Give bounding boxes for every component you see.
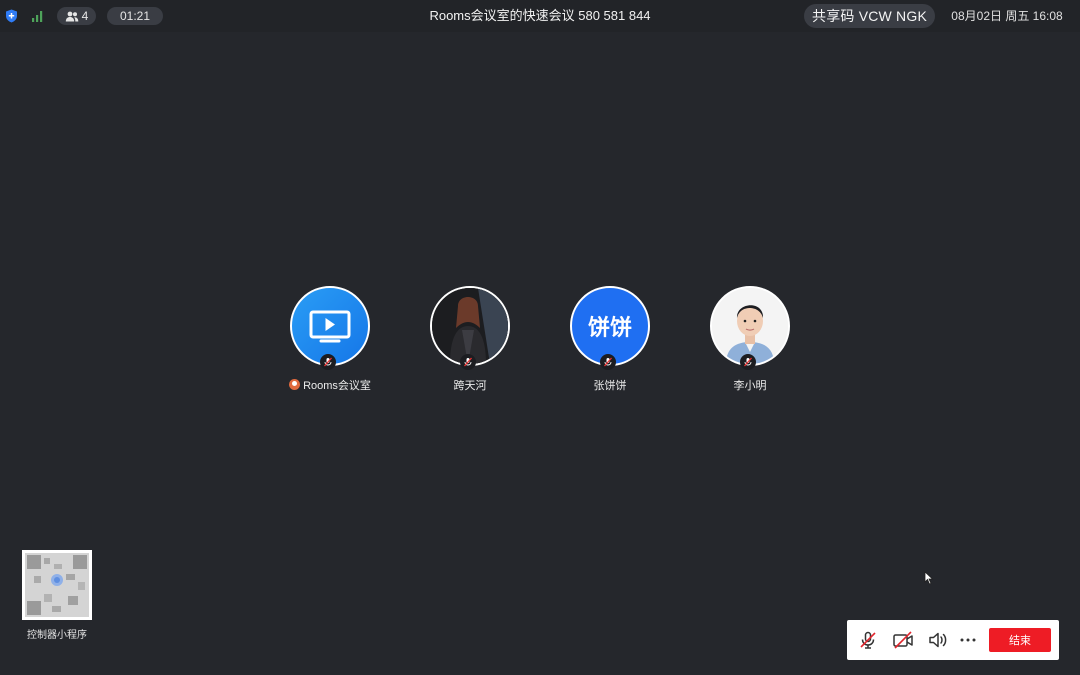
mic-muted-icon — [740, 354, 756, 370]
meeting-timer: 01:21 — [107, 7, 163, 25]
qr-label: 控制器小程序 — [27, 630, 87, 641]
participant-name: 李小明 — [733, 380, 767, 392]
participant-tile[interactable]: 饼饼 张饼饼 — [560, 286, 660, 396]
host-icon — [289, 379, 301, 390]
participant-tile[interactable]: 跨天河 — [420, 286, 520, 396]
participant-count: 4 — [81, 9, 89, 23]
mic-toggle-button[interactable] — [856, 628, 880, 652]
speaker-icon — [929, 632, 947, 648]
qr-code-image — [22, 550, 92, 620]
mic-muted-icon — [460, 354, 476, 370]
participant-name: 张饼饼 — [593, 380, 627, 392]
controller-qr-code[interactable] — [22, 550, 92, 620]
signal-strength-icon[interactable] — [31, 0, 47, 32]
camera-toggle-button[interactable] — [891, 628, 915, 652]
more-icon — [960, 638, 976, 642]
participant-gallery: Rooms会议室 跨天河 饼饼 张饼饼 李小明 — [280, 286, 800, 396]
meeting-control-bar: 结束 — [847, 620, 1059, 660]
camera-off-icon — [893, 631, 913, 649]
avatar-initials: 饼饼 — [587, 315, 632, 340]
participant-count-button[interactable]: 4 — [57, 7, 96, 25]
end-meeting-button[interactable]: 结束 — [989, 628, 1051, 652]
mic-muted-icon — [320, 354, 336, 370]
meeting-title[interactable]: Rooms会议室的快速会议 580 581 844 — [340, 0, 740, 32]
security-shield-icon[interactable] — [5, 0, 19, 32]
participant-name: 跨天河 — [453, 380, 487, 392]
mic-muted-icon — [860, 631, 876, 649]
participant-tile[interactable]: 李小明 — [700, 286, 800, 396]
elapsed-time: 01:21 — [119, 9, 151, 23]
speaker-button[interactable] — [926, 628, 950, 652]
profile-photo — [712, 288, 788, 364]
mic-muted-icon — [600, 354, 616, 370]
profile-photo — [432, 288, 508, 364]
date-time: 08月02日 周五 16:08 — [951, 9, 1063, 23]
participant-name: Rooms会议室 — [280, 377, 380, 393]
share-code-button[interactable]: 共享码 VCW NGK — [804, 4, 935, 28]
more-options-button[interactable] — [956, 628, 980, 652]
people-icon — [65, 11, 78, 21]
participant-tile[interactable]: Rooms会议室 — [280, 286, 380, 396]
top-bar: 4 01:21 Rooms会议室的快速会议 580 581 844 共享码 VC… — [0, 0, 1080, 32]
rooms-screen-icon — [309, 310, 351, 343]
mouse-cursor-icon — [924, 571, 934, 590]
